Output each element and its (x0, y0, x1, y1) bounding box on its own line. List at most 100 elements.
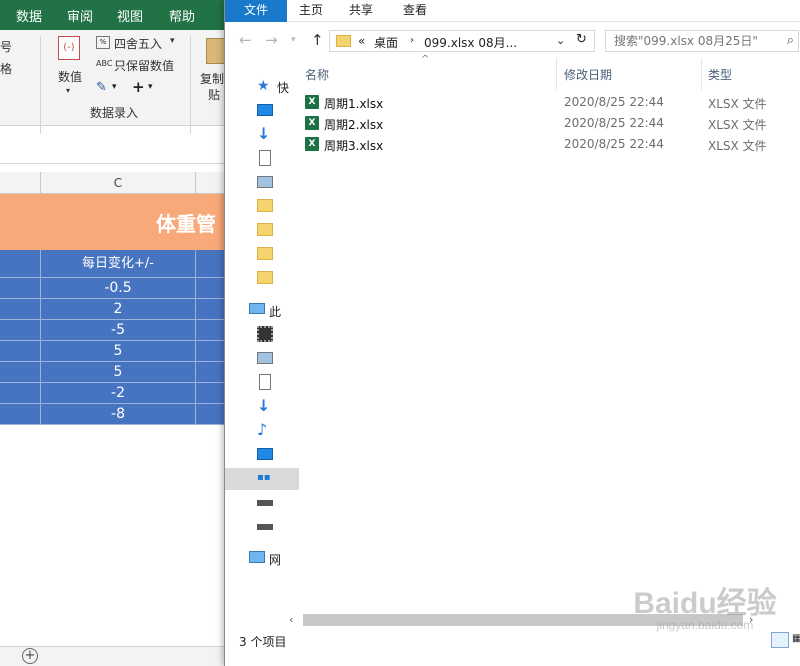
scroll-left-icon[interactable]: ‹ (289, 613, 293, 626)
nav-documents[interactable] (257, 372, 299, 394)
nav-pictures[interactable] (257, 348, 299, 370)
chevron-down-icon[interactable]: ⌄ (556, 34, 565, 47)
chevron-down-icon[interactable]: ▾ (112, 82, 117, 92)
breadcrumb-desktop[interactable]: 桌面 (374, 34, 398, 51)
nav-folder[interactable] (257, 244, 299, 266)
file-row[interactable]: X 周期2.xlsx 2020/8/25 22:44 XLSX 文件 (299, 113, 800, 134)
drive-icon (257, 524, 273, 530)
nav-pictures[interactable] (257, 172, 299, 194)
breadcrumb-folder[interactable]: 099.xlsx 08月... (424, 34, 517, 51)
nav-drive[interactable] (257, 492, 299, 514)
nav-folder[interactable] (257, 196, 299, 218)
file-list-pane: ^ 名称 修改日期 类型 X 周期1.xlsx 2020/8/25 22:44 … (299, 54, 800, 614)
round-button[interactable]: % 四舍五入 ▾ (94, 34, 180, 52)
document-icon (259, 150, 271, 166)
excel-window: 数据 审阅 视图 帮助 号 格 (-) 数值 ▾ % 四舍五入 ▾ ABC 只保… (0, 0, 236, 666)
navigation-pane: ★ 快 ↓ 此 ↓ ♪ ▪▪ 网 (225, 62, 299, 622)
plus-icon[interactable]: + (132, 78, 145, 96)
download-icon: ↓ (257, 396, 271, 415)
table-cell[interactable]: -8 (40, 404, 196, 424)
picture-icon (257, 176, 273, 188)
sheet-title: 体重管 (156, 212, 216, 236)
edit-icon[interactable]: ✎ (96, 80, 107, 95)
keep-value-button[interactable]: ABC 只保留数值 (94, 56, 184, 74)
search-input[interactable] (614, 32, 796, 50)
refresh-icon[interactable]: ↻ (576, 32, 587, 47)
back-arrow-icon[interactable]: ← (239, 31, 252, 49)
formula-bar[interactable] (0, 134, 236, 164)
table-cell[interactable]: 5 (40, 341, 196, 361)
ribbon-group-label: 数据录入 (90, 106, 139, 120)
search-icon[interactable]: ⌕ (787, 33, 794, 48)
nav-this-pc[interactable]: 此 (249, 300, 291, 322)
chevron-down-icon: ▾ (66, 86, 71, 95)
tab-home[interactable]: 主页 (291, 0, 331, 22)
excel-tab-review[interactable]: 审阅 (67, 6, 93, 25)
column-name[interactable]: 名称 (305, 66, 329, 83)
nav-network[interactable]: 网 (249, 548, 291, 570)
nav-folder[interactable] (257, 220, 299, 242)
network-icon (249, 551, 265, 563)
details-view-icon[interactable] (771, 632, 789, 648)
tab-share[interactable]: 共享 (341, 0, 381, 22)
round-icon: % (96, 36, 110, 49)
add-sheet-icon[interactable]: + (22, 648, 38, 664)
large-icons-view-icon[interactable]: ▦ (791, 632, 800, 648)
address-bar[interactable]: « 桌面 › 099.xlsx 08月... ⌄ ↻ (329, 30, 595, 52)
excel-tab-data[interactable]: 数据 (16, 6, 42, 25)
music-icon: ♪ (257, 420, 268, 439)
chevron-down-icon[interactable]: ▾ (148, 82, 153, 92)
search-box[interactable]: ⌕ (605, 30, 799, 52)
excel-tab-help[interactable]: 帮助 (169, 6, 195, 25)
table-header-cell[interactable]: 每日变化+/- (40, 250, 196, 277)
excel-tab-view[interactable]: 视图 (117, 6, 143, 25)
tab-view[interactable]: 查看 (395, 0, 435, 22)
column-divider[interactable] (556, 58, 557, 90)
nav-downloads[interactable]: ↓ (257, 124, 299, 146)
clipboard-icon (206, 38, 226, 64)
drive-icon (257, 500, 273, 506)
table-row: -2 (0, 383, 236, 404)
file-row[interactable]: X 周期1.xlsx 2020/8/25 22:44 XLSX 文件 (299, 92, 800, 113)
recent-locations-icon[interactable]: ▾ (291, 35, 296, 45)
nav-documents[interactable] (257, 148, 299, 170)
table-row: 5 (0, 341, 236, 362)
number-button[interactable]: (-) 数值 ▾ (52, 34, 88, 98)
nav-desktop[interactable] (257, 100, 299, 122)
nav-folder[interactable] (257, 268, 299, 290)
tab-file[interactable]: 文件 (225, 0, 287, 22)
nav-videos[interactable] (257, 324, 299, 346)
nav-drive[interactable] (257, 516, 299, 538)
column-header-c[interactable]: C (40, 172, 196, 194)
table-row: 2 (0, 299, 236, 320)
file-name: 周期3.xlsx (324, 139, 384, 153)
table-cell[interactable]: 2 (40, 299, 196, 319)
up-arrow-icon[interactable]: ↑ (311, 31, 324, 49)
folder-icon (257, 271, 273, 284)
table-cell[interactable]: 5 (40, 362, 196, 382)
nav-desktop[interactable] (257, 444, 299, 466)
address-overflow[interactable]: « (358, 34, 365, 48)
status-bar: 3 个项目 ▦ (225, 628, 800, 666)
forward-arrow-icon[interactable]: → (265, 31, 278, 49)
baidu-watermark: Baidu经验 jingyan.baidu.com (615, 578, 795, 632)
nav-music[interactable]: ♪ (257, 420, 299, 442)
nav-local-disk[interactable]: ▪▪ (225, 468, 299, 490)
nav-downloads[interactable]: ↓ (257, 396, 299, 418)
excel-ribbon: 号 格 (-) 数值 ▾ % 四舍五入 ▾ ABC 只保留数值 ✎ ▾ + ▾ … (0, 30, 236, 146)
column-divider[interactable] (701, 58, 702, 90)
table-cell[interactable]: -2 (40, 383, 196, 403)
desktop-icon (257, 104, 273, 116)
table-row: -0.5 (0, 278, 236, 299)
breadcrumb-separator-icon[interactable]: › (410, 35, 414, 46)
excel-ribbon-partial-label: 格 (0, 62, 13, 76)
folder-icon (257, 223, 273, 236)
column-type[interactable]: 类型 (708, 66, 732, 83)
file-row[interactable]: X 周期3.xlsx 2020/8/25 22:44 XLSX 文件 (299, 134, 800, 155)
nav-quick-access[interactable]: ★ 快 (257, 76, 299, 98)
table-cell[interactable]: -0.5 (40, 278, 196, 298)
sheet-title-banner: 体重管 (0, 194, 236, 250)
column-date-modified[interactable]: 修改日期 (564, 66, 612, 83)
table-cell[interactable]: -5 (40, 320, 196, 340)
number-icon: (-) (58, 36, 80, 60)
